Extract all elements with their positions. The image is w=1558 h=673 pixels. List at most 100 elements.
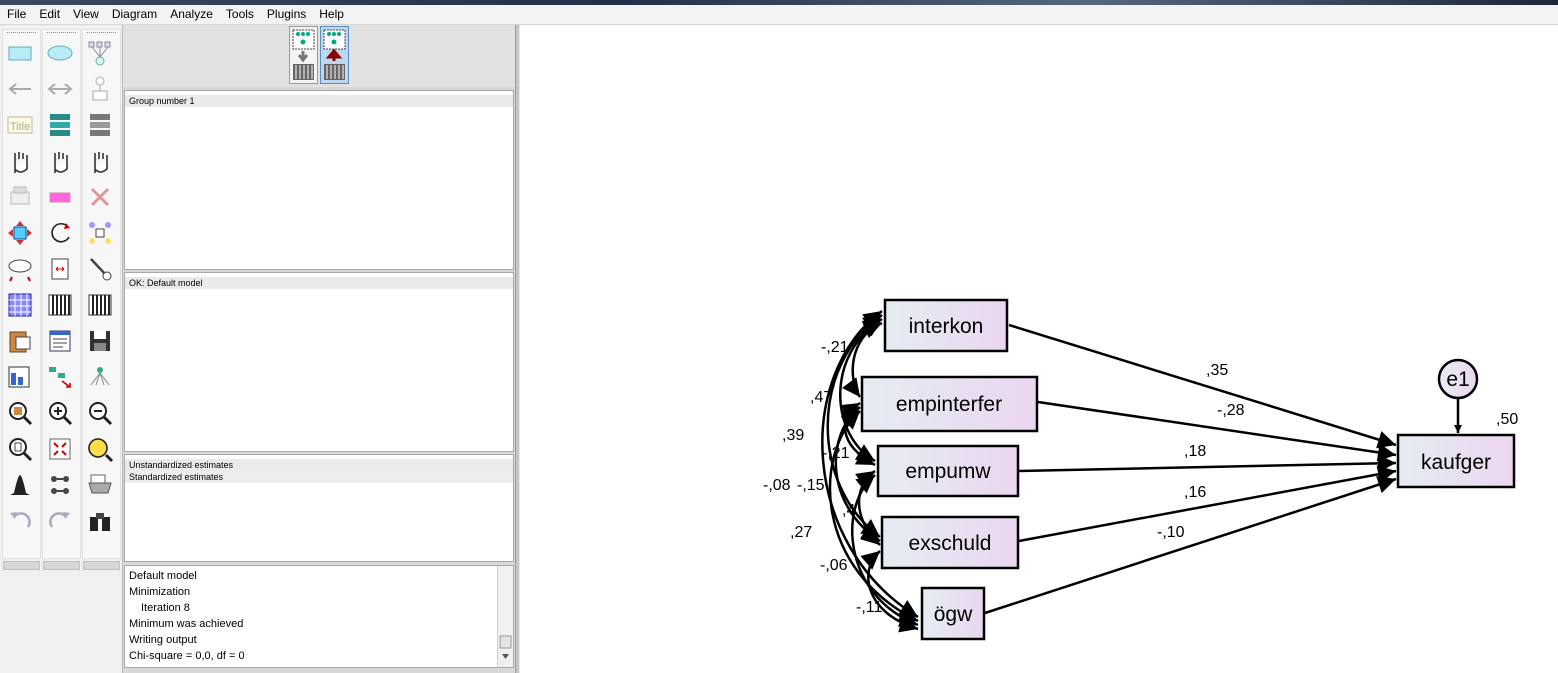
corr-interkon-ogw: -,08 bbox=[763, 477, 791, 494]
menu-diagram[interactable]: Diagram bbox=[105, 5, 163, 24]
view-text-tool[interactable] bbox=[45, 326, 75, 356]
model-default[interactable]: OK: Default model bbox=[125, 277, 513, 289]
ellipse-tool[interactable] bbox=[45, 38, 75, 68]
erase-icon bbox=[90, 187, 110, 207]
deselect-all-icon bbox=[94, 152, 108, 173]
save-icon bbox=[90, 331, 110, 351]
node-empinterfer[interactable]: empinterfer bbox=[860, 375, 1039, 433]
save-tool[interactable] bbox=[85, 326, 115, 356]
menu-edit[interactable]: Edit bbox=[32, 5, 66, 24]
single-arrow-tool[interactable] bbox=[5, 74, 35, 104]
output-path-diagram-icon bbox=[323, 29, 346, 80]
path-diagram-canvas[interactable]: interkon empinterfer empumw exschuld ögw… bbox=[520, 25, 1558, 673]
rotate-tool[interactable] bbox=[45, 218, 75, 248]
deselect-all-tool[interactable] bbox=[85, 146, 115, 176]
move-tool[interactable] bbox=[45, 182, 75, 212]
analysis-properties-tool[interactable] bbox=[45, 290, 75, 320]
variables-in-model-tool[interactable] bbox=[45, 110, 75, 140]
specification-search-tool[interactable] bbox=[85, 506, 115, 536]
node-ogw[interactable]: ögw bbox=[920, 586, 986, 641]
latent-indicator-tool[interactable] bbox=[85, 38, 115, 68]
node-e1[interactable]: e1 bbox=[1437, 358, 1479, 400]
node-exschuld[interactable]: exschuld bbox=[880, 515, 1020, 570]
undo-tool[interactable] bbox=[5, 506, 35, 536]
rectangle-tool[interactable] bbox=[5, 38, 35, 68]
toolbox-column-2-resize[interactable] bbox=[43, 561, 80, 570]
select-one-tool[interactable] bbox=[5, 146, 35, 176]
toolbox-column-1-resize[interactable] bbox=[3, 561, 40, 570]
zoom-in-area-tool[interactable] bbox=[5, 398, 35, 428]
variables-in-dataset-icon bbox=[90, 114, 110, 136]
erase-tool[interactable] bbox=[85, 182, 115, 212]
node-empumw[interactable]: empumw bbox=[876, 444, 1020, 498]
node-interkon[interactable]: interkon bbox=[883, 298, 1009, 353]
input-path-diagram-icon bbox=[292, 29, 315, 80]
view-input-button[interactable] bbox=[289, 26, 318, 84]
duplicate-tool[interactable] bbox=[5, 182, 35, 212]
bayesian-icon bbox=[10, 475, 30, 495]
reflect-icon bbox=[89, 222, 111, 244]
analysis-properties-icon bbox=[48, 294, 72, 316]
node-kaufger[interactable]: kaufger bbox=[1396, 433, 1516, 489]
menu-help[interactable]: Help bbox=[312, 5, 350, 24]
data-files-tool[interactable] bbox=[5, 290, 35, 320]
unstandardized-estimates-option[interactable]: Unstandardized estimates bbox=[125, 459, 513, 471]
log-scrollbar[interactable] bbox=[497, 566, 513, 667]
fit-to-page-tool[interactable] bbox=[45, 434, 75, 464]
select-all-tool[interactable] bbox=[45, 146, 75, 176]
estimates-pane[interactable]: Unstandardized estimates Standardized es… bbox=[124, 454, 514, 562]
variables-in-dataset-tool[interactable] bbox=[85, 110, 115, 140]
page-view-tool[interactable] bbox=[5, 434, 35, 464]
drag-properties-tool[interactable] bbox=[45, 362, 75, 392]
scroll-down-icon[interactable] bbox=[502, 654, 509, 659]
path-empumw-kaufger[interactable] bbox=[1018, 454, 1397, 473]
zoom-in-area-icon bbox=[9, 402, 33, 426]
copy-to-clipboard-tool[interactable] bbox=[5, 326, 35, 356]
reflect-tool[interactable] bbox=[85, 218, 115, 248]
log-scrollbar-thumb[interactable] bbox=[499, 635, 512, 649]
menu-plugins[interactable]: Plugins bbox=[260, 5, 312, 24]
view-output-button[interactable] bbox=[320, 26, 349, 84]
print-tool[interactable] bbox=[85, 470, 115, 500]
log-line: Chi-square = 0,0, df = 0 bbox=[129, 650, 245, 662]
scroll-tool[interactable] bbox=[45, 254, 75, 284]
log-line: Minimization bbox=[129, 586, 191, 598]
menu-tools[interactable]: Tools bbox=[219, 5, 260, 24]
corr-empinterfer-empumw: -,21 bbox=[822, 445, 850, 462]
object-properties-tool[interactable] bbox=[5, 362, 35, 392]
move-parameter-tool[interactable] bbox=[5, 218, 35, 248]
models-pane[interactable]: OK: Default model bbox=[124, 272, 514, 452]
redo-tool[interactable] bbox=[45, 506, 75, 536]
corr-interkon-empinterfer: -,21 bbox=[821, 339, 849, 356]
corr-empinterfer-exschuld: -,15 bbox=[797, 477, 825, 494]
menu-file[interactable]: File bbox=[0, 5, 32, 24]
toolbox-column-3-resize[interactable] bbox=[83, 561, 120, 570]
corr-empumw-exschuld: ,4 bbox=[842, 502, 855, 519]
preserve-symmetries-tool[interactable] bbox=[85, 362, 115, 392]
menu-view[interactable]: View bbox=[66, 5, 105, 24]
loupe-tool[interactable] bbox=[85, 434, 115, 464]
move-icon bbox=[49, 192, 71, 203]
multiple-group-tool[interactable] bbox=[45, 470, 75, 500]
title-tool[interactable]: Title bbox=[5, 110, 35, 140]
shape-change-tool[interactable] bbox=[5, 254, 35, 284]
groups-pane[interactable]: Group number 1 bbox=[124, 90, 514, 270]
ellipse-icon bbox=[47, 45, 73, 61]
standardized-estimates-option[interactable]: Standardized estimates bbox=[125, 471, 513, 483]
coef-empumw-kaufger: ,18 bbox=[1184, 443, 1206, 460]
double-arrow-tool[interactable] bbox=[45, 74, 75, 104]
coef-empinterfer-kaufger: -,28 bbox=[1217, 402, 1245, 419]
bayesian-tool[interactable] bbox=[5, 470, 35, 500]
log-line: Minimum was achieved bbox=[129, 618, 244, 630]
group-number-1[interactable]: Group number 1 bbox=[125, 95, 513, 107]
computation-log: Default model Minimization Iteration 8 M… bbox=[124, 565, 514, 668]
calculate-estimates-icon bbox=[88, 294, 112, 316]
svg-text:Title: Title bbox=[10, 121, 30, 133]
calculate-estimates-tool[interactable] bbox=[85, 290, 115, 320]
touch-up-tool[interactable] bbox=[85, 254, 115, 284]
menu-analyze[interactable]: Analyze bbox=[163, 5, 219, 24]
path-exschuld-kaufger[interactable] bbox=[1018, 465, 1397, 543]
zoom-out-tool[interactable] bbox=[85, 398, 115, 428]
unique-variable-tool[interactable] bbox=[85, 74, 115, 104]
zoom-in-tool[interactable] bbox=[45, 398, 75, 428]
